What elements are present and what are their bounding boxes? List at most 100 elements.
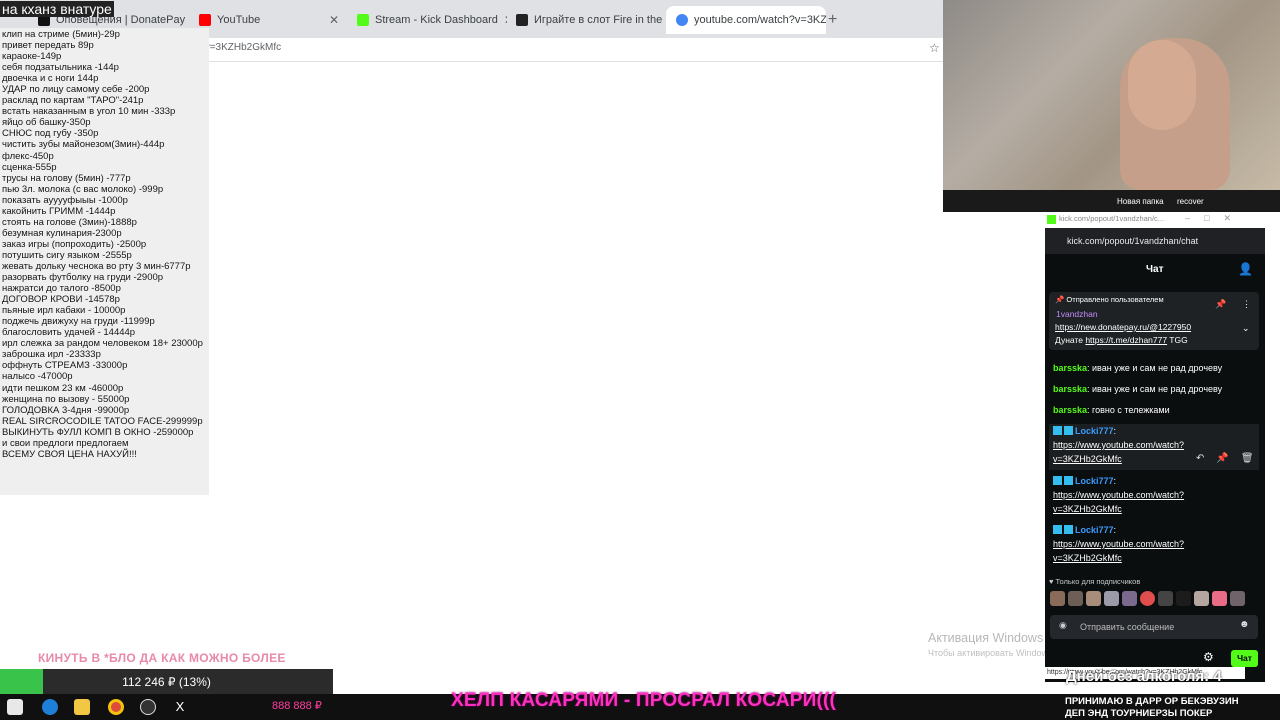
chat-username[interactable]: Locki777: [1075, 426, 1114, 436]
overlay-list-item: пью 3л. молока (с вас молоко) -999р: [2, 183, 164, 195]
tab-label: YouTube: [217, 14, 261, 26]
chat-username[interactable]: barsska: [1053, 363, 1087, 373]
send-chat-button[interactable]: Чат: [1231, 650, 1258, 667]
chat-username[interactable]: Locki777: [1075, 476, 1114, 486]
more-options-icon[interactable]: ⋮: [1242, 299, 1251, 310]
overlay-list-item: себя подзатыльника -144р: [2, 62, 119, 74]
emote-icon[interactable]: [1122, 591, 1137, 606]
overlay-list-item: клип на стриме (5мин)-29р: [2, 29, 120, 40]
emote-row: [1050, 591, 1260, 607]
overlay-list-item: разорвать футболку на груди -2900р: [2, 272, 164, 284]
bottom-banner: ХЕЛП КАСАРЯМИ - ПРОСРАЛ КОСАРИ(((: [451, 690, 837, 711]
file-explorer-icon[interactable]: [74, 699, 90, 715]
overlay-list-item: стоять на голове (3мин)-1888р: [2, 216, 137, 228]
new-tab-button[interactable]: +: [828, 11, 837, 29]
desktop-folder-label[interactable]: Новая папка: [1117, 197, 1164, 206]
chat-link[interactable]: https://www.youtube.com/watch?: [1053, 490, 1184, 500]
close-icon[interactable]: ✕: [329, 13, 339, 27]
chat-link[interactable]: https://www.youtube.com/watch?: [1053, 440, 1184, 450]
chrome-icon[interactable]: [108, 699, 124, 715]
pinned-message: 📌 Отправлено пользователем 1vandzhan htt…: [1049, 292, 1259, 350]
tab-label: youtube.com/watch?v=3KZHb: [694, 14, 826, 26]
pinned-link[interactable]: https://new.donatepay.ru/@1227950: [1055, 322, 1191, 332]
overlay-list-item: женщина по вызову - 55000р: [2, 393, 130, 405]
overlay-list-item: расклад по картам "ТАРО"-241р: [2, 95, 144, 107]
chat-username[interactable]: barsska: [1053, 405, 1087, 415]
emote-icon[interactable]: [1194, 591, 1209, 606]
gear-icon[interactable]: ⚙: [1203, 650, 1214, 664]
window-controls[interactable]: –□✕: [1185, 213, 1245, 224]
tab-kick-dashboard[interactable]: Stream - Kick Dashboard ✕: [347, 6, 507, 34]
overlay-list-item: пьяные ирл кабаки - 10000р: [2, 305, 126, 317]
emote-icon[interactable]: [1104, 591, 1119, 606]
chat-url-text[interactable]: kick.com/popout/1vandzhan/chat: [1067, 236, 1198, 246]
kick-favicon-icon: [357, 14, 369, 26]
emote-icon[interactable]: [1068, 591, 1083, 606]
kick-favicon-icon: [1047, 215, 1056, 224]
overlay-list-item: ирл слежка за рандом человеком 18+ 23000…: [2, 338, 203, 350]
overlay-list-item: оффнуть СТРЕАМЗ -33000р: [2, 360, 128, 372]
emote-icon[interactable]: [1212, 591, 1227, 606]
edge-browser-icon[interactable]: [42, 699, 58, 715]
overlay-list-item: заказ игры (попроходить) -2500р: [2, 238, 147, 250]
pinned-text: Дунате: [1055, 335, 1083, 345]
chat-link[interactable]: https://www.youtube.com/watch?: [1053, 539, 1184, 549]
chat-message: Locki777: https://www.youtube.com/watch?…: [1053, 525, 1185, 563]
chat-link[interactable]: v=3KZHb2GkMfc: [1053, 504, 1122, 514]
overlay-list-item: заброшка ирл -23333р: [2, 349, 101, 361]
overlay-list-item: идти пешком 23 км -46000р: [2, 382, 124, 394]
tab-youtube[interactable]: YouTube ✕: [189, 6, 349, 34]
overlay-list-item: ВСЕМУ СВОЯ ЦЕНА НАХУЙ!!!: [2, 448, 137, 460]
badge-icon: [1064, 426, 1073, 435]
overlay-list-item: встать наказанным в угол 10 мин -333р: [2, 106, 176, 118]
x-app-icon[interactable]: X: [172, 699, 188, 715]
obs-icon[interactable]: [140, 699, 156, 715]
right-banner-line: ДЕП ЭНД ТОУРНИЕРЗЫ ПОКЕР: [1065, 708, 1213, 719]
overlay-list-item: ВЫКИНУТЬ ФУЛЛ КОМП В ОКНО -259000р: [2, 426, 194, 438]
pinned-suffix: TGG: [1169, 335, 1188, 345]
chevron-down-icon[interactable]: ⌄: [1242, 323, 1250, 334]
donation-banner: КИНУТЬ В *БЛО ДА КАК МОЖНО БОЛЕЕ: [38, 651, 286, 665]
emote-icon[interactable]: [1230, 591, 1245, 606]
chat-window-title: kick.com/popout/1vandzhan/c...: [1059, 214, 1165, 223]
overlay-list-item: ДОГОВОР КРОВИ -14578р: [2, 294, 120, 306]
slot-favicon-icon: [516, 14, 528, 26]
pin-icon[interactable]: 📌: [1215, 299, 1226, 310]
start-windows-icon[interactable]: [7, 699, 23, 715]
chat-message: Locki777: https://www.youtube.com/watch?…: [1053, 476, 1185, 514]
emote-icon[interactable]: [1140, 591, 1155, 606]
emote-icon[interactable]: [1050, 591, 1065, 606]
windows-activation-title: Активация Windows: [928, 631, 1044, 645]
badge-icon: [1053, 525, 1062, 534]
user-settings-icon[interactable]: 👤: [1238, 262, 1253, 276]
message-actions[interactable]: ↶📌🗑: [1196, 453, 1266, 464]
overlay-list-item: двоечка и с ноги 144р: [2, 73, 99, 85]
overlay-list-item: яйцо об башку-350р: [2, 117, 91, 129]
tab-slot[interactable]: Играйте в слот Fire in the 🔊: [506, 6, 666, 34]
chat-username[interactable]: Locki777: [1075, 525, 1114, 535]
youtube-favicon-icon: [199, 14, 211, 26]
chat-input-placeholder[interactable]: Отправить сообщение: [1080, 622, 1174, 632]
desktop-folder-label[interactable]: recover: [1177, 197, 1204, 206]
overlay-list-item: СНЮС под губу -350р: [2, 128, 99, 140]
chat-link[interactable]: v=3KZHb2GkMfc: [1053, 454, 1122, 464]
emoji-toggle-icon[interactable]: ◉: [1059, 620, 1067, 631]
emote-icon[interactable]: [1158, 591, 1173, 606]
smiley-icon[interactable]: ☻: [1239, 619, 1250, 630]
chat-header: Чат: [1146, 264, 1164, 275]
bookmark-star-icon[interactable]: ☆: [929, 41, 940, 55]
chat-username[interactable]: barsska: [1053, 384, 1087, 394]
loading-icon: [676, 14, 688, 26]
goal-progress-text: 112 246 ₽ (13%): [122, 675, 211, 689]
badge-icon: [1064, 525, 1073, 534]
chat-text: : иван уже и сам не рад дрочеву: [1087, 384, 1223, 394]
pinned-telegram-link[interactable]: https://t.me/dzhan777: [1085, 335, 1167, 345]
emote-icon[interactable]: [1176, 591, 1191, 606]
tab-youtube-watch[interactable]: youtube.com/watch?v=3KZHb ✕: [666, 6, 826, 34]
money-counter: 888 888 ₽: [272, 700, 322, 712]
chat-text: : говно с тележками: [1087, 405, 1170, 415]
pinned-user[interactable]: 1vandzhan: [1056, 309, 1098, 319]
chat-link[interactable]: v=3KZHb2GkMfc: [1053, 553, 1122, 563]
emote-icon[interactable]: [1086, 591, 1101, 606]
pinned-by: 📌 Отправлено пользователем: [1055, 295, 1164, 304]
